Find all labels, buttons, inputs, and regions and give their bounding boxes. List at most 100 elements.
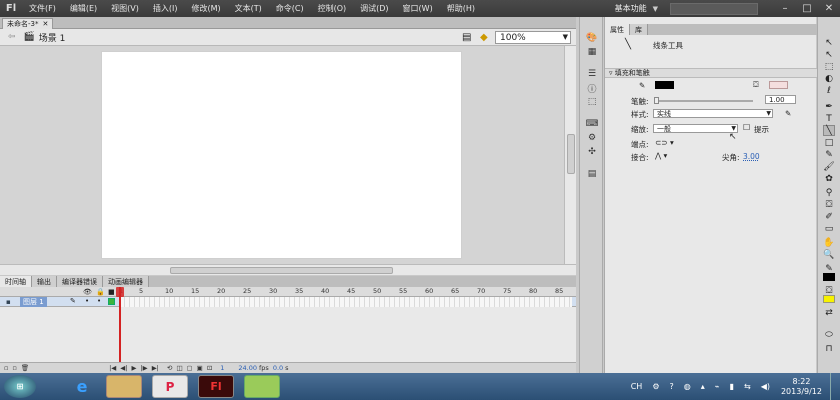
onion-markers-icon[interactable]: ⊡ xyxy=(207,364,212,372)
scroll-thumb[interactable] xyxy=(567,134,575,174)
brush-tool-icon[interactable]: 🖌 xyxy=(823,161,835,172)
vertical-scrollbar[interactable] xyxy=(564,46,576,264)
language-indicator[interactable]: CH xyxy=(631,382,643,391)
code-snippets-icon[interactable]: ⌨ xyxy=(586,119,599,129)
menu-help[interactable]: 帮助(H) xyxy=(440,3,482,14)
tray-misc-icon[interactable]: ◍ xyxy=(684,382,691,391)
eyedropper-tool-icon[interactable]: ✐ xyxy=(823,211,835,222)
back-arrow-icon[interactable]: ⇦ xyxy=(8,32,16,42)
scale-select[interactable]: 一般 ▼ xyxy=(653,124,738,133)
edit-multiple-icon[interactable]: ▣ xyxy=(197,364,203,372)
edit-scene-icon[interactable]: ▤ xyxy=(462,32,471,43)
edit-style-pencil-icon[interactable]: ✎ xyxy=(785,109,791,118)
chevron-down-icon[interactable]: ▼ xyxy=(653,5,658,13)
menu-text[interactable]: 文本(T) xyxy=(228,3,269,14)
menu-debug[interactable]: 调试(D) xyxy=(353,3,395,14)
free-transform-tool-icon[interactable]: ⬚ xyxy=(823,61,835,72)
ie-icon[interactable]: e xyxy=(64,375,100,398)
menu-view[interactable]: 视图(V) xyxy=(104,3,146,14)
subselection-tool-icon[interactable]: ↖ xyxy=(823,49,835,60)
hand-tool-icon[interactable]: ✋ xyxy=(823,237,835,248)
explorer-icon[interactable] xyxy=(106,375,142,398)
motion-presets-icon[interactable]: ✣ xyxy=(586,147,598,157)
green-folder-icon[interactable] xyxy=(244,375,280,398)
menu-edit[interactable]: 编辑(E) xyxy=(63,3,104,14)
show-desktop-button[interactable] xyxy=(830,373,840,400)
prev-frame-icon[interactable]: ◀| xyxy=(120,364,127,372)
menu-insert[interactable]: 插入(I) xyxy=(146,3,185,14)
delete-layer-icon[interactable]: 🗑 xyxy=(21,364,29,372)
loop-icon[interactable]: ⟲ xyxy=(167,364,172,372)
paint-bucket-tool-icon[interactable]: ⛋ xyxy=(823,199,835,210)
frame-cells[interactable] xyxy=(120,297,572,307)
onion-skin-icon[interactable]: ◫ xyxy=(176,364,182,372)
menu-control[interactable]: 控制(O) xyxy=(311,3,354,14)
line-tool-icon[interactable]: ╲ xyxy=(823,125,835,136)
menu-window[interactable]: 窗口(W) xyxy=(396,3,440,14)
tab-properties[interactable]: 属性 xyxy=(605,24,630,35)
text-tool-icon[interactable]: T xyxy=(823,113,835,124)
hint-checkbox[interactable]: ☐ xyxy=(743,123,750,132)
transform-icon[interactable]: ⬚ xyxy=(586,97,598,107)
maximize-button[interactable]: □ xyxy=(796,0,818,17)
object-drawing-icon[interactable]: ⬭ xyxy=(823,329,835,340)
join-style-icon[interactable]: ⋀ ▾ xyxy=(655,151,667,160)
eye-icon[interactable]: 👁 xyxy=(83,288,92,296)
flash-icon[interactable]: Fl xyxy=(198,375,234,398)
pencil-tool-icon[interactable]: ✎ xyxy=(823,149,835,160)
stroke-color-swatch[interactable] xyxy=(655,81,674,89)
menu-commands[interactable]: 命令(C) xyxy=(269,3,311,14)
minimize-button[interactable]: – xyxy=(774,0,796,17)
frame-rate[interactable]: 24.00 xyxy=(238,364,257,372)
playhead[interactable] xyxy=(119,287,121,373)
horizontal-scrollbar[interactable] xyxy=(0,264,576,275)
network-icon[interactable]: ⇆ xyxy=(744,382,751,391)
last-frame-icon[interactable]: ▶| xyxy=(152,364,159,372)
section-fill-stroke[interactable]: ▿ 填充和笔触 xyxy=(605,68,817,78)
tab-motion-editor[interactable]: 动画编辑器 xyxy=(103,276,149,287)
color-panel-icon[interactable]: 🎨 xyxy=(586,33,598,43)
start-button[interactable]: ⊞ xyxy=(4,375,36,398)
new-layer-icon[interactable]: ▫ xyxy=(4,364,8,372)
battery-icon[interactable]: ▮ xyxy=(730,382,734,391)
ime-icon[interactable]: ⚙ xyxy=(652,382,659,391)
stroke-slider[interactable] xyxy=(655,100,753,102)
first-frame-icon[interactable]: |◀ xyxy=(109,364,116,372)
current-frame[interactable]: 1 xyxy=(220,364,224,372)
lasso-tool-icon[interactable]: ℓ xyxy=(823,85,835,96)
usb-icon[interactable]: ⌁ xyxy=(715,382,720,391)
bone-tool-icon[interactable]: ⚲ xyxy=(823,187,835,198)
lock-dot-icon[interactable]: • xyxy=(97,297,101,305)
onion-outline-icon[interactable]: ▢ xyxy=(187,364,193,372)
document-tab[interactable]: 未命名-3* ✕ xyxy=(2,18,54,29)
swap-colors-icon[interactable]: ⇄ xyxy=(823,307,835,318)
stage-canvas[interactable] xyxy=(101,51,462,259)
components-icon[interactable]: ⚙ xyxy=(586,133,598,143)
powerpoint-icon[interactable]: P xyxy=(152,375,188,398)
style-select[interactable]: 实线 ▼ xyxy=(653,109,773,118)
help-search-input[interactable] xyxy=(670,2,758,15)
outline-icon[interactable]: ■ xyxy=(108,288,115,296)
speaker-icon[interactable]: ◀) xyxy=(761,382,770,391)
tab-timeline[interactable]: 时间轴 xyxy=(0,276,32,287)
layer-name[interactable]: 图层 1 xyxy=(20,297,47,307)
tray-arrow-icon[interactable]: ▴ xyxy=(701,382,705,391)
align-icon[interactable]: ☰ xyxy=(586,69,598,79)
tab-library[interactable]: 库 xyxy=(630,24,648,35)
zoom-select[interactable]: 100% ▼ xyxy=(495,31,571,44)
next-frame-icon[interactable]: |▶ xyxy=(140,364,147,372)
new-folder-icon[interactable]: ▫ xyxy=(12,364,16,372)
fill-color-swatch[interactable] xyxy=(769,81,788,89)
edit-symbol-icon[interactable]: ◆ xyxy=(480,32,488,43)
rectangle-tool-icon[interactable]: □ xyxy=(823,137,835,148)
play-icon[interactable]: ▶ xyxy=(131,364,136,372)
selection-tool-icon[interactable]: ↖ xyxy=(823,37,835,48)
cap-style-icon[interactable]: ⊂⊃ ▾ xyxy=(655,138,674,147)
stroke-slider-handle[interactable] xyxy=(654,97,659,104)
frame-ruler[interactable]: 1 5 10 15 20 25 30 35 40 45 50 55 60 65 … xyxy=(118,287,572,297)
info-icon[interactable]: ⓘ xyxy=(586,83,598,95)
menu-modify[interactable]: 修改(M) xyxy=(184,3,227,14)
deco-tool-icon[interactable]: ✿ xyxy=(823,173,835,184)
lock-icon[interactable]: 🔒 xyxy=(96,288,105,296)
clock[interactable]: 8:22 2013/9/12 xyxy=(781,377,822,397)
